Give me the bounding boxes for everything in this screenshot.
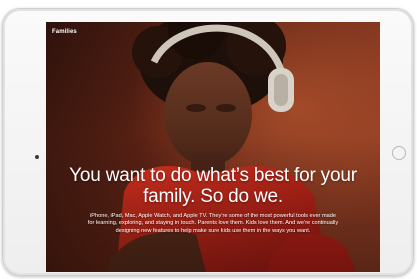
home-button[interactable] [392, 146, 406, 160]
body-copy: iPhone, iPad, Mac, Apple Watch, and Appl… [87, 213, 339, 234]
section-label: Families [52, 29, 77, 35]
front-camera [35, 155, 39, 159]
headline: You want to do what’s best for your fami… [69, 165, 357, 207]
stage: Families You want to do what’s best for … [0, 0, 417, 279]
ipad-screen: Families You want to do what’s best for … [46, 22, 380, 272]
